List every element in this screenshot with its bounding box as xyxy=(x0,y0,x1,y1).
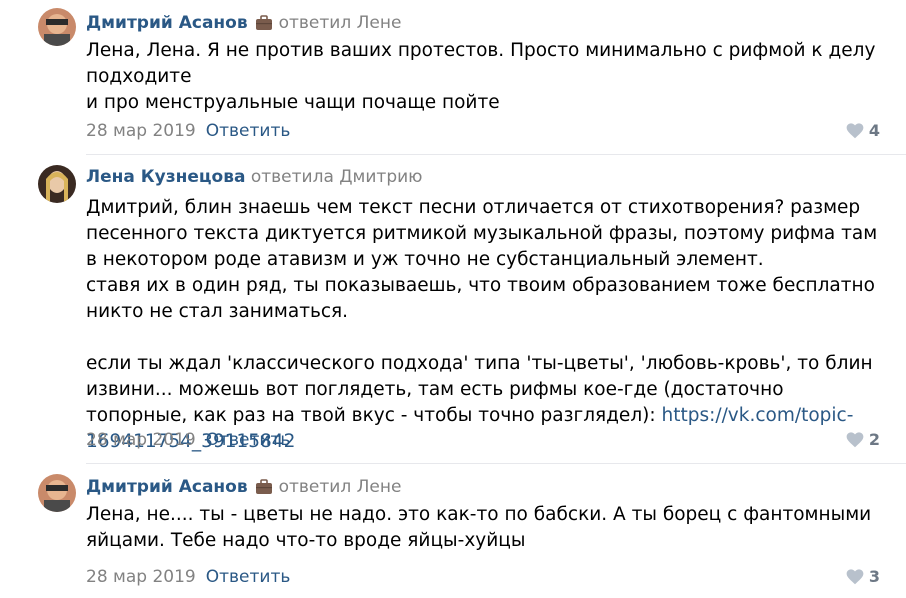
briefcase-icon xyxy=(255,479,273,500)
author-line: Дмитрий Асанов ответил Лене xyxy=(86,477,401,500)
replied-to[interactable]: ответил Лене xyxy=(279,13,402,33)
comment-date[interactable]: 28 мар 2019 xyxy=(86,121,196,141)
like-count: 4 xyxy=(868,121,880,140)
like-button[interactable]: 2 xyxy=(846,430,880,452)
comment-text: Дмитрий, блин знаешь чем текст песни отл… xyxy=(86,195,886,455)
comment-line: Дмитрий, блин знаешь чем текст песни отл… xyxy=(86,197,878,270)
comment-2: Лена Кузнецова ответила Дмитрию Дмитрий,… xyxy=(38,154,906,463)
replied-to[interactable]: ответила Дмитрию xyxy=(251,167,423,187)
comment-1: Дмитрий Асанов ответил Лене Лена, Лена. Я… xyxy=(0,0,906,154)
comment-meta: 28 мар 2019 Ответить xyxy=(86,121,290,141)
reply-button[interactable]: Ответить xyxy=(206,121,291,141)
comment-line: и про менструальные чащи почаще пойте xyxy=(86,92,500,113)
comment-text: Лена, не.... ты - цветы не надо. это как… xyxy=(86,502,886,554)
comment-date[interactable]: 28 мар 2019 xyxy=(86,430,196,450)
author-line: Дмитрий Асанов ответил Лене xyxy=(86,13,401,36)
comment-line: ставя их в один ряд, ты показываешь, что… xyxy=(86,275,875,322)
comment-meta: 28 мар 2019 Ответить xyxy=(86,430,290,450)
avatar[interactable] xyxy=(38,474,76,512)
comment-meta: 28 мар 2019 Ответить xyxy=(86,567,290,587)
author-name[interactable]: Дмитрий Асанов xyxy=(86,477,248,497)
comment-date[interactable]: 28 мар 2019 xyxy=(86,567,196,587)
replied-to[interactable]: ответил Лене xyxy=(279,477,402,497)
like-button[interactable]: 4 xyxy=(846,121,880,143)
avatar[interactable] xyxy=(38,165,76,203)
comment-text: Лена, Лена. Я не против ваших протестов.… xyxy=(86,38,886,116)
reply-button[interactable]: Ответить xyxy=(206,430,291,450)
like-count: 2 xyxy=(868,430,880,449)
heart-icon xyxy=(846,569,864,589)
heart-icon xyxy=(846,123,864,143)
comment-line: Лена, Лена. Я не против ваших протестов.… xyxy=(86,40,876,87)
author-name[interactable]: Лена Кузнецова xyxy=(86,167,245,187)
avatar[interactable] xyxy=(38,8,76,46)
author-line: Лена Кузнецова ответила Дмитрию xyxy=(86,167,422,187)
reply-button[interactable]: Ответить xyxy=(206,567,291,587)
like-count: 3 xyxy=(868,567,880,586)
comment-line xyxy=(86,325,886,351)
comment-3: Дмитрий Асанов ответил Лене Лена, не.... … xyxy=(38,463,906,598)
comment-line: Лена, не.... ты - цветы не надо. это как… xyxy=(86,504,872,551)
like-button[interactable]: 3 xyxy=(846,567,880,589)
author-name[interactable]: Дмитрий Асанов xyxy=(86,13,248,33)
briefcase-icon xyxy=(255,15,273,36)
heart-icon xyxy=(846,432,864,452)
